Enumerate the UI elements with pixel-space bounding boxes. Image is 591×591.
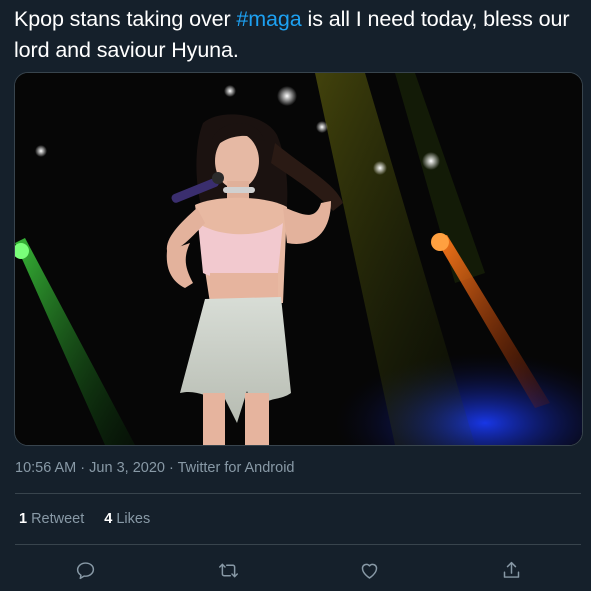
share-button[interactable] <box>496 555 526 585</box>
likes-count: 4 <box>104 511 113 527</box>
likes-label: Likes <box>116 511 151 527</box>
concert-photo <box>15 73 582 445</box>
meta-separator: · <box>80 460 86 476</box>
tweet-date[interactable]: Jun 3, 2020 <box>89 460 165 476</box>
tweet-text: Kpop stans taking over #maga is all I ne… <box>14 4 579 66</box>
tweet-media-photo[interactable] <box>14 72 583 446</box>
tweet-source[interactable]: Twitter for Android <box>178 460 295 476</box>
hashtag-link[interactable]: #maga <box>236 7 301 31</box>
retweets-count: 1 <box>19 511 28 527</box>
heart-icon <box>361 563 377 579</box>
likes-stat[interactable]: 4 Likes <box>104 511 150 527</box>
tweet-meta: 10:56 AM · Jun 3, 2020 · Twitter for And… <box>15 460 294 476</box>
retweet-button[interactable] <box>213 555 243 585</box>
tweet-actions <box>0 555 591 585</box>
retweet-icon <box>218 563 238 577</box>
tweet-stats: 1 Retweet 4 Likes <box>19 511 150 527</box>
tweet-time[interactable]: 10:56 AM <box>15 460 76 476</box>
divider <box>15 544 581 545</box>
meta-separator: · <box>169 460 174 476</box>
reply-icon <box>76 561 94 579</box>
tweet: Kpop stans taking over #maga is all I ne… <box>0 0 591 591</box>
tweet-text-part: Kpop stans taking over <box>14 7 237 31</box>
divider <box>15 493 581 494</box>
retweets-stat[interactable]: 1 Retweet <box>19 511 84 527</box>
like-button[interactable] <box>354 555 384 585</box>
reply-button[interactable] <box>70 555 100 585</box>
share-icon <box>503 561 519 578</box>
retweets-label: Retweet <box>31 511 85 527</box>
